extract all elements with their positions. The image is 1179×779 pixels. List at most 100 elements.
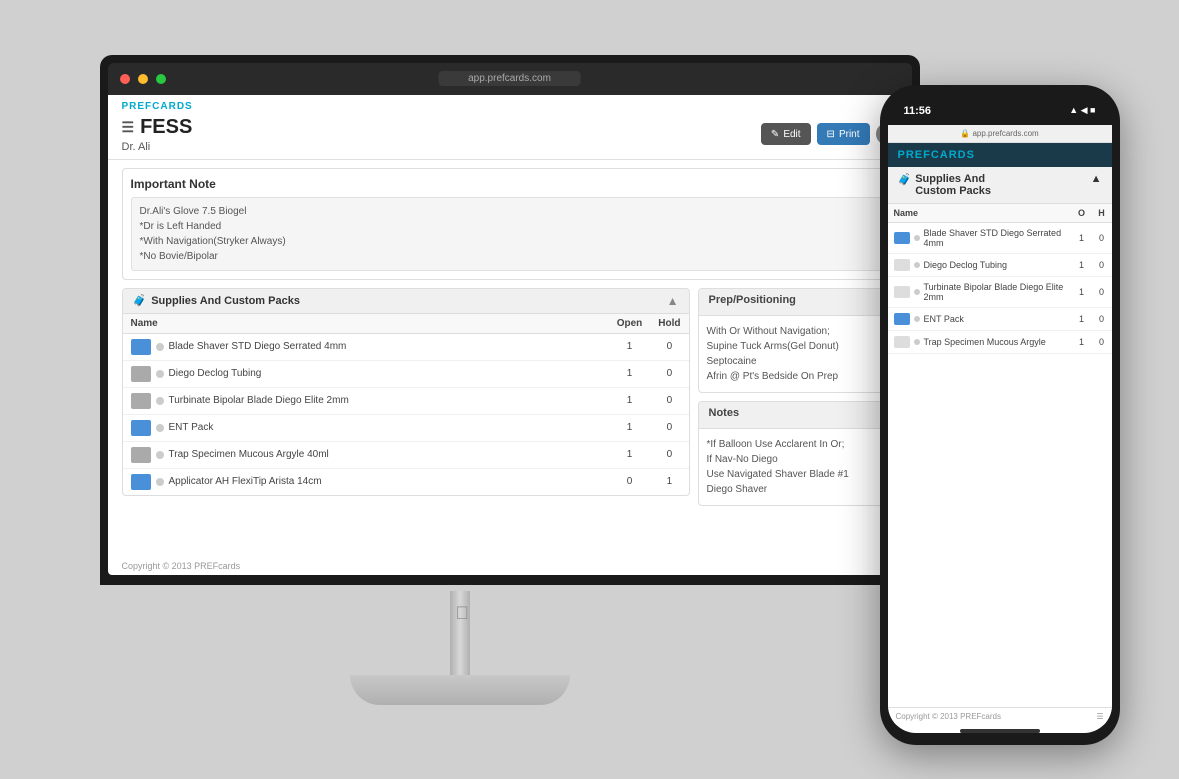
mobile-logo: PREFCARDS <box>898 149 1102 161</box>
mobile-collapse-icon[interactable]: ▲ <box>1091 173 1102 185</box>
mobile-url-text: app.prefcards.com <box>972 129 1038 138</box>
item-name-cell: Applicator AH FlexiTip Arista 14cm <box>123 468 609 495</box>
supplies-title-text: Supplies And Custom Packs <box>151 295 300 307</box>
app-body: Important Note Dr.Ali's Glove 7.5 Biogel… <box>108 160 912 557</box>
imac-dot-yellow[interactable] <box>138 74 148 84</box>
note-line-3: *With Navigation(Stryker Always) <box>140 234 880 249</box>
imac-stand-base <box>350 675 570 705</box>
mobile-table-row: Blade Shaver STD Diego Serrated 4mm 1 0 <box>888 222 1112 253</box>
supplies-section-header: 🧳 Supplies And Custom Packs ▲ <box>123 289 689 314</box>
item-name-text: Turbinate Bipolar Blade Diego Elite 2mm <box>169 395 349 406</box>
mobile-device: 11:56 ▲ ◀ ■ 🔒 app.prefcards.com PREFCARD… <box>880 85 1120 745</box>
item-open-cell: 1 <box>609 441 651 468</box>
item-name-cell: Turbinate Bipolar Blade Diego Elite 2mm <box>123 387 609 414</box>
mobile-table-row: Diego Declog Tubing 1 0 <box>888 253 1112 276</box>
right-panel: Prep/Positioning With Or Without Navigat… <box>698 288 898 549</box>
imac-dot-green[interactable] <box>156 74 166 84</box>
mobile-item-dot <box>914 289 920 295</box>
table-row: ENT Pack 1 0 <box>123 414 689 441</box>
mobile-item-name-cell: Blade Shaver STD Diego Serrated 4mm <box>888 222 1072 253</box>
edit-icon: ✎ <box>771 129 779 140</box>
lock-icon: 🔒 <box>960 129 970 138</box>
mobile-item-thumbnail <box>894 232 910 244</box>
mobile-menu-icon[interactable]: ☰ <box>1096 712 1103 721</box>
prefcards-logo: PREFCARDS <box>122 101 898 112</box>
imac-screen: PREFCARDS ☰ FESS Dr. Ali <box>108 95 912 575</box>
item-hold-cell: 0 <box>650 414 688 441</box>
header-buttons: ✎ Edit ⊟ Print ? <box>761 123 898 145</box>
item-hold-cell: 0 <box>650 441 688 468</box>
edit-button[interactable]: ✎ Edit <box>761 123 811 145</box>
note-line-1: Dr.Ali's Glove 7.5 Biogel <box>140 204 880 219</box>
item-hold-cell: 1 <box>650 468 688 495</box>
mobile-item-hold-cell: 0 <box>1092 307 1112 330</box>
mobile-section-title: 🧳 Supplies And Custom Packs <box>898 173 1091 197</box>
item-thumbnail <box>131 393 151 409</box>
item-open-cell: 1 <box>609 387 651 414</box>
mobile-table-row: ENT Pack 1 0 <box>888 307 1112 330</box>
prep-section: Prep/Positioning With Or Without Navigat… <box>698 288 898 393</box>
mobile-item-name-cell: ENT Pack <box>888 307 1072 330</box>
mobile-item-name-cell: Turbinate Bipolar Blade Diego Elite 2mm <box>888 276 1072 307</box>
item-name-cell: Trap Specimen Mucous Argyle 40ml <box>123 441 609 468</box>
mobile-footer: Copyright © 2013 PREFcards ☰ <box>888 707 1112 725</box>
item-dot <box>156 451 164 459</box>
table-row: Trap Specimen Mucous Argyle 40ml 1 0 <box>123 441 689 468</box>
collapse-icon[interactable]: ▲ <box>667 294 679 308</box>
imac-dot-red[interactable] <box>120 74 130 84</box>
col-name-header: Name <box>123 314 609 334</box>
mobile-url-bar: 🔒 app.prefcards.com <box>888 125 1112 143</box>
doctor-name: Dr. Ali <box>122 141 193 153</box>
app-header: PREFCARDS ☰ FESS Dr. Ali <box>108 95 912 160</box>
print-label: Print <box>839 129 860 140</box>
imac-url-text: app.prefcards.com <box>468 73 551 84</box>
item-dot <box>156 343 164 351</box>
print-button[interactable]: ⊟ Print <box>817 123 870 145</box>
item-name-text: Trap Specimen Mucous Argyle 40ml <box>169 449 329 460</box>
mobile-item-name-cell: Trap Specimen Mucous Argyle <box>888 330 1072 353</box>
item-dot <box>156 370 164 378</box>
imac-chrome-bar: app.prefcards.com <box>108 63 912 95</box>
mobile-table-row: Trap Specimen Mucous Argyle 1 0 <box>888 330 1112 353</box>
notes-title: Notes <box>709 407 740 419</box>
item-thumbnail <box>131 339 151 355</box>
procedure-info: ☰ FESS Dr. Ali <box>122 116 193 153</box>
imac-url-bar: app.prefcards.com <box>438 71 581 86</box>
mobile-item-open-cell: 1 <box>1072 222 1092 253</box>
scene: app.prefcards.com PREFCARDS ☰ FESS <box>60 25 1120 755</box>
mobile-app-header: PREFCARDS <box>888 143 1112 167</box>
mobile-item-name-text: ENT Pack <box>924 314 964 324</box>
mobile-supplies-title: Supplies And Custom Packs <box>915 173 991 197</box>
hamburger-icon[interactable]: ☰ <box>122 119 135 136</box>
table-row: Applicator AH FlexiTip Arista 14cm 0 1 <box>123 468 689 495</box>
mobile-col-name: Name <box>888 204 1072 223</box>
prep-content: With Or Without Navigation;Supine Tuck A… <box>699 316 897 392</box>
item-name-cell: Diego Declog Tubing <box>123 360 609 387</box>
mobile-col-hold: H <box>1092 204 1112 223</box>
suitcase-icon: 🧳 <box>133 294 147 307</box>
mobile-screen: 🔒 app.prefcards.com PREFCARDS 🧳 Supplies… <box>888 125 1112 733</box>
mobile-table-row: Turbinate Bipolar Blade Diego Elite 2mm … <box>888 276 1112 307</box>
procedure-name: FESS <box>140 116 192 139</box>
important-note-section: Important Note Dr.Ali's Glove 7.5 Biogel… <box>122 168 898 280</box>
item-hold-cell: 0 <box>650 360 688 387</box>
item-name-text: ENT Pack <box>169 422 214 433</box>
mobile-item-open-cell: 1 <box>1072 307 1092 330</box>
imac-device: app.prefcards.com PREFCARDS ☰ FESS <box>60 25 960 745</box>
col-hold-header: Hold <box>650 314 688 334</box>
table-row: Turbinate Bipolar Blade Diego Elite 2mm … <box>123 387 689 414</box>
supplies-table: Name Open Hold Blade Shaver STD Diego S <box>123 314 689 495</box>
mobile-item-dot <box>914 316 920 322</box>
mobile-content: 🧳 Supplies And Custom Packs ▲ Name O H <box>888 167 1112 707</box>
item-open-cell: 1 <box>609 333 651 360</box>
mobile-notch-bar: 11:56 ▲ ◀ ■ <box>888 97 1112 125</box>
mobile-item-name-cell: Diego Declog Tubing <box>888 253 1072 276</box>
imac-screen-outer: app.prefcards.com PREFCARDS ☰ FESS <box>100 55 920 585</box>
item-open-cell: 0 <box>609 468 651 495</box>
item-name-text: Applicator AH FlexiTip Arista 14cm <box>169 476 322 487</box>
note-line-4: *No Bovie/Bipolar <box>140 249 880 264</box>
mobile-item-name-text: Blade Shaver STD Diego Serrated 4mm <box>924 228 1066 248</box>
supplies-section-title: 🧳 Supplies And Custom Packs <box>133 294 300 307</box>
print-icon: ⊟ <box>827 129 835 140</box>
table-row: Blade Shaver STD Diego Serrated 4mm 1 0 <box>123 333 689 360</box>
